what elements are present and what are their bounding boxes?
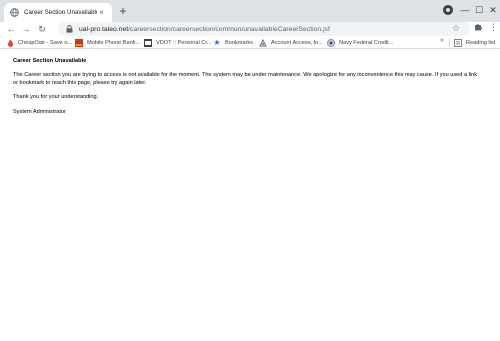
unavailable-message: The Career section you are trying to acc… xyxy=(13,72,478,86)
account-icon xyxy=(259,38,267,47)
bookmark-navy-federal[interactable]: Navy Federal Credit... xyxy=(327,37,393,48)
tab-close-icon[interactable]: × xyxy=(97,8,106,17)
close-window-button[interactable]: ✕ xyxy=(486,3,500,17)
more-bookmarks-icon[interactable]: » xyxy=(440,37,444,44)
bookmark-label: Account Access, In... xyxy=(271,39,323,46)
forward-button[interactable]: → xyxy=(20,22,32,36)
profile-icon[interactable] xyxy=(443,5,453,15)
reading-list-label: Reading list xyxy=(466,39,496,46)
menu-icon[interactable]: ⋮ xyxy=(489,22,498,33)
bank-icon xyxy=(75,38,83,47)
signature-text: System Administrator xyxy=(13,108,66,115)
page-heading: Career Section Unavailable xyxy=(13,58,87,64)
bookmark-label: CheapOair - Save o... xyxy=(18,39,73,46)
bookmarks-bar: CheapOair - Save o... Mobile Phone Bank.… xyxy=(0,36,500,49)
star-icon: ★ xyxy=(213,38,221,47)
reload-button[interactable]: ↻ xyxy=(36,22,48,36)
bookmark-account-access[interactable]: Account Access, In... xyxy=(259,37,323,48)
maximize-button[interactable]: ☐ xyxy=(472,3,486,17)
bookmarks-divider xyxy=(449,38,450,47)
thanks-text: Thank you for your understanding. xyxy=(13,94,99,101)
back-button[interactable]: ← xyxy=(5,22,17,36)
cheapoair-icon xyxy=(6,39,14,47)
tab-strip: Career Section Unavailable × + — ☐ ✕ xyxy=(0,0,500,22)
bookmark-label: Bookmarks xyxy=(225,39,253,46)
extensions-icon[interactable] xyxy=(474,23,482,33)
navy-federal-icon xyxy=(327,38,335,47)
new-tab-button[interactable]: + xyxy=(117,5,129,17)
url-host: ual-pro.taleo.net xyxy=(79,25,129,33)
bookmark-vdot[interactable]: VDOT :: Personal Cr... xyxy=(144,37,212,48)
bookmark-label: Mobile Phone Bank... xyxy=(87,39,141,46)
bookmark-label: Navy Federal Credit... xyxy=(339,39,394,46)
bookmark-cheapoair[interactable]: CheapOair - Save o... xyxy=(6,37,72,48)
lock-icon[interactable] xyxy=(66,25,73,33)
vdot-icon xyxy=(144,38,152,47)
url-text: ual-pro.taleo.net/careersection/careerse… xyxy=(79,26,330,33)
reading-list-button[interactable]: Reading list xyxy=(454,37,495,48)
bookmark-mobile-phone-bank[interactable]: Mobile Phone Bank... xyxy=(75,37,140,48)
tab-title: Career Section Unavailable xyxy=(24,9,97,16)
bookmark-star-icon[interactable]: ☆ xyxy=(452,23,460,34)
globe-icon xyxy=(10,8,19,17)
reading-list-icon xyxy=(454,38,462,47)
address-bar[interactable]: ual-pro.taleo.net/careersection/careerse… xyxy=(58,22,470,36)
page-content: Career Section Unavailable The Career se… xyxy=(13,58,483,123)
minimize-button[interactable]: — xyxy=(458,3,472,17)
tab-career-section[interactable]: Career Section Unavailable × xyxy=(4,3,112,22)
bookmark-bookmarks-folder[interactable]: ★ Bookmarks xyxy=(213,37,253,48)
url-path: /careersection/careersection/common/unav… xyxy=(128,25,330,33)
bookmark-label: VDOT :: Personal Cr... xyxy=(156,39,212,46)
